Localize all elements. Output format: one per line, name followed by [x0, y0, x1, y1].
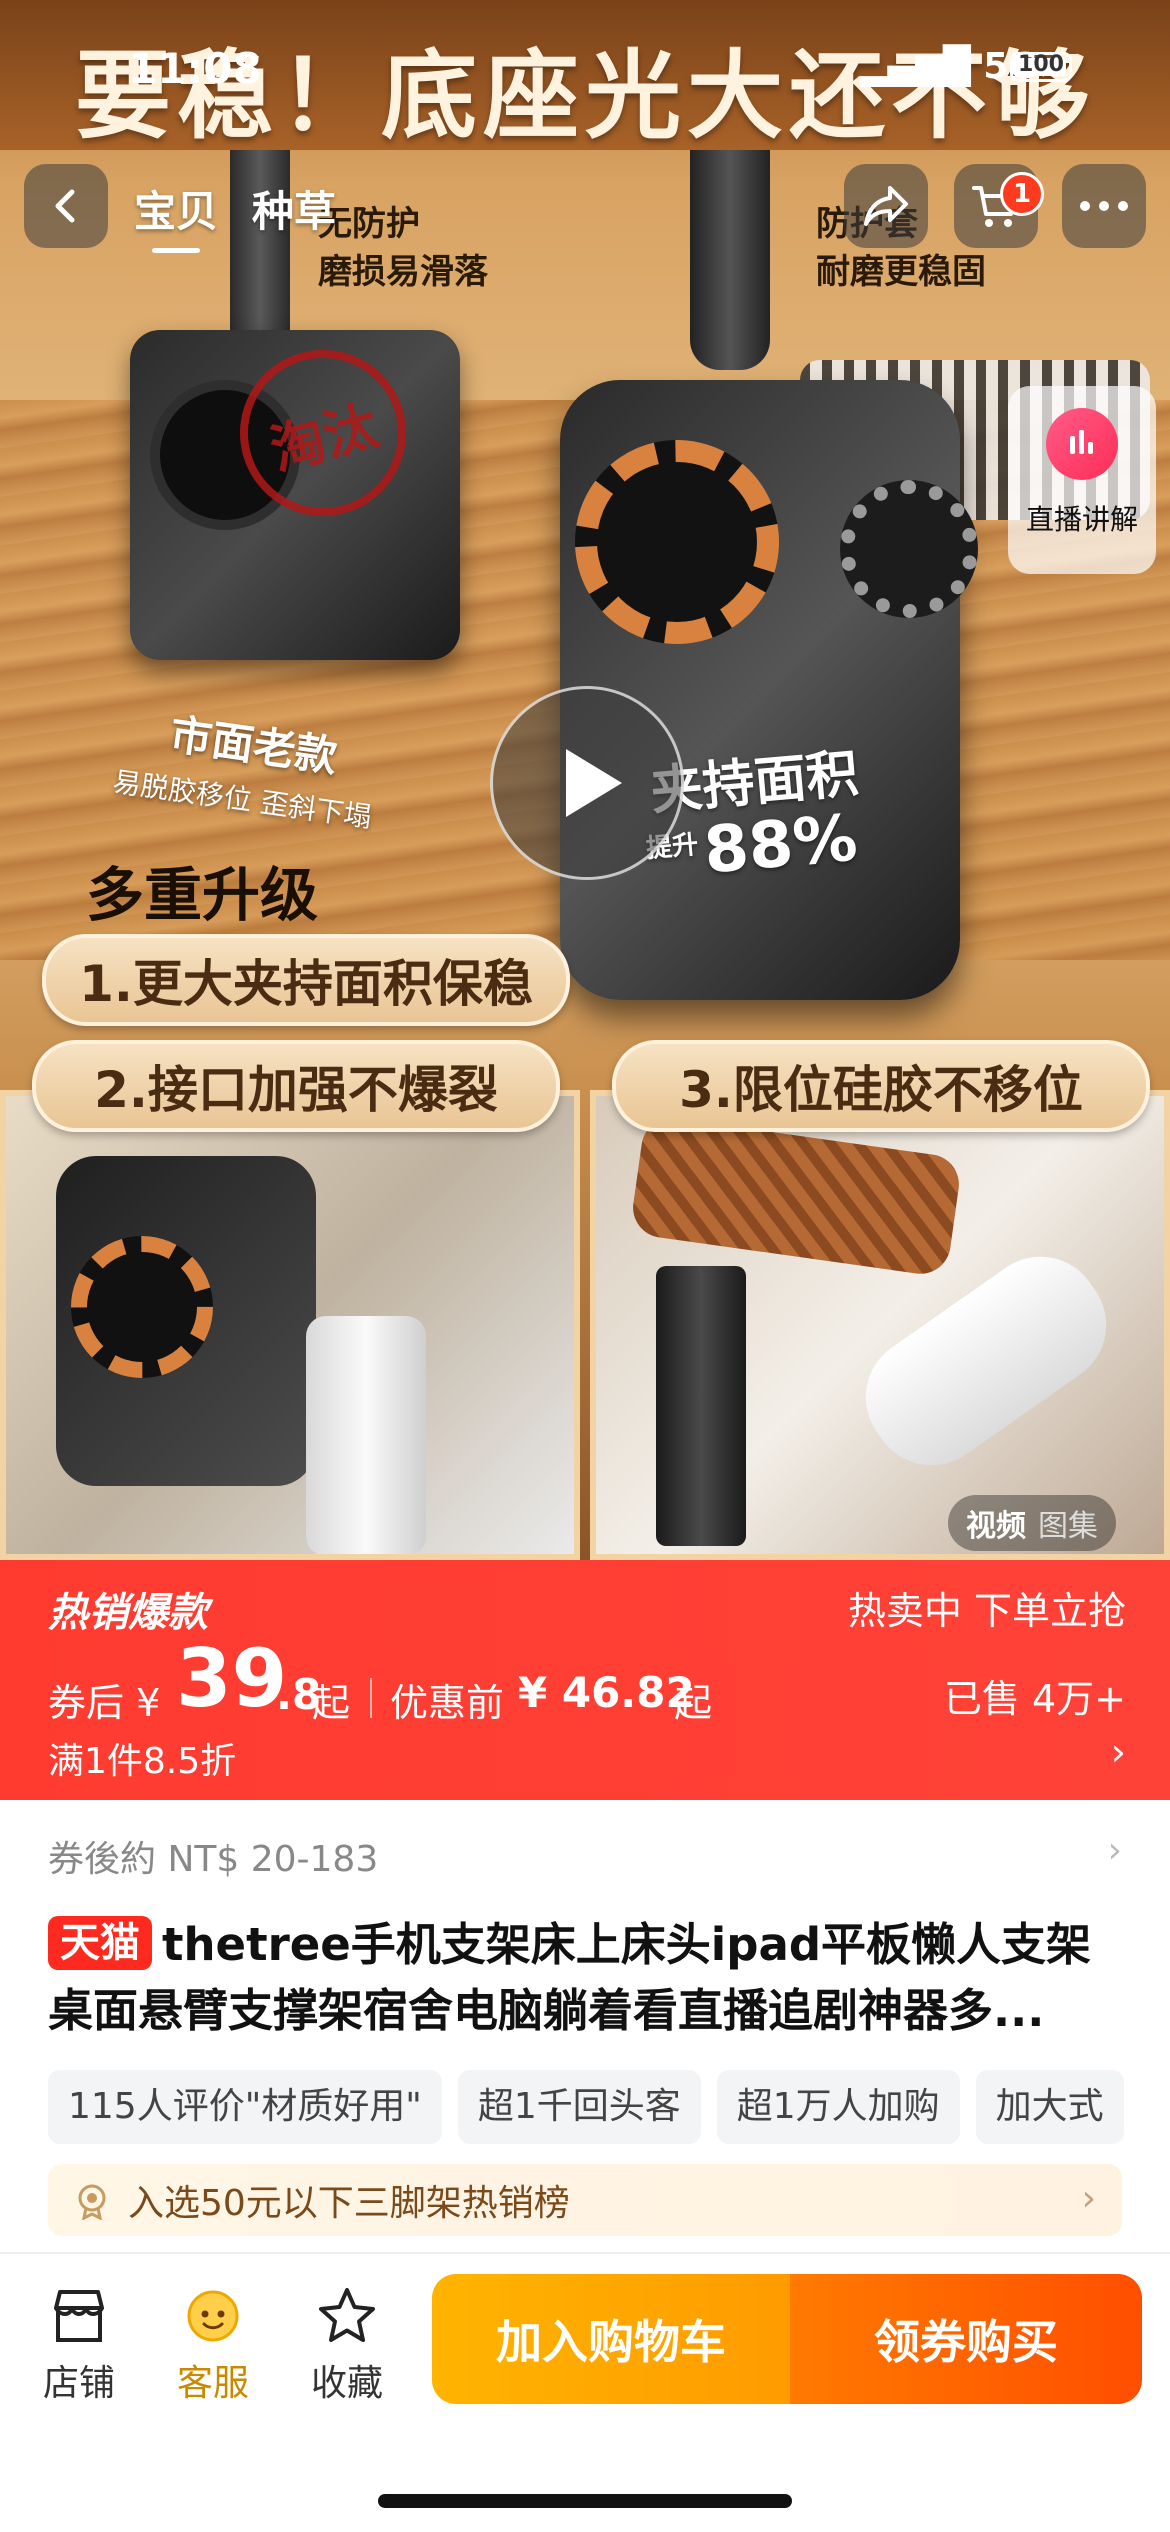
- favorite-button[interactable]: 收藏: [292, 2286, 402, 2406]
- live-icon: [1046, 408, 1118, 480]
- mini-ring: [71, 1236, 213, 1378]
- currency-symbol: ¥: [136, 1681, 161, 1725]
- left-tag-sub: 磨损易滑落: [318, 252, 488, 292]
- chip-feature[interactable]: 加大式: [975, 2070, 1124, 2144]
- promo-text: 热卖中 下单立抢: [847, 1589, 1126, 1633]
- cart-count-badge: 1: [1000, 172, 1044, 216]
- upgrade-1: 1.更大夹持面积保稳: [42, 934, 570, 1026]
- tab-product[interactable]: 宝贝: [134, 178, 218, 253]
- service-label: 客服: [176, 2363, 249, 2404]
- battery-level: 100: [1018, 52, 1064, 77]
- add-to-cart-button[interactable]: 加入购物车: [432, 2274, 790, 2404]
- service-button[interactable]: 客服: [158, 2286, 268, 2406]
- ranking-row[interactable]: 入选50元以下三脚架热销榜 ›: [48, 2164, 1122, 2236]
- ntd-price: 券後約 NT$ 20-183: [48, 1839, 379, 1880]
- original-label: 优惠前: [390, 1681, 505, 1725]
- new-clamp-ring-2: [840, 480, 978, 618]
- upgrade-3: 3.限位硅胶不移位: [612, 1040, 1150, 1132]
- price-bar[interactable]: 热销爆款 热卖中 下单立抢 券后 ¥ 39 .8 起 优惠前 ¥ 46.82 起…: [0, 1560, 1170, 1800]
- more-button[interactable]: [1062, 164, 1146, 248]
- original-suffix: 起: [674, 1681, 713, 1725]
- silicone-pad: [629, 1114, 963, 1278]
- bottom-action-bar: 店铺 客服 收藏 加入购物车 领券购买: [0, 2256, 1170, 2532]
- upgrade-2: 2.接口加强不爆裂: [32, 1040, 560, 1132]
- share-button[interactable]: [844, 164, 928, 248]
- medal-icon: [70, 2178, 114, 2222]
- price-integer: 39: [176, 1632, 288, 1725]
- live-explain-button[interactable]: 直播讲解: [1008, 386, 1156, 574]
- discount-text: 满1件8.5折: [48, 1741, 237, 1782]
- hot-tag: 热销爆款: [48, 1590, 208, 1636]
- ntd-price-row[interactable]: 券後約 NT$ 20-183 ›: [48, 1830, 1122, 1882]
- divider: [0, 2252, 1170, 2254]
- review-chips[interactable]: 115人评价"材质好用" 超1千回头客 超1万人加购 加大式: [48, 2070, 1170, 2144]
- store-icon: [54, 2290, 104, 2342]
- share-icon: [864, 186, 908, 226]
- price-suffix: 起: [312, 1681, 351, 1725]
- chevron-right-icon: ›: [1081, 2178, 1096, 2219]
- after-coupon-label: 券后 ¥: [48, 1681, 161, 1725]
- more-icon: [1080, 201, 1128, 211]
- play-video-button[interactable]: [490, 686, 684, 880]
- original-price: ¥ 46.82: [518, 1668, 695, 1717]
- chevron-left-icon: [55, 189, 75, 223]
- upgrade-title: 多重升级: [86, 861, 319, 929]
- tmall-badge: 天猫: [48, 1916, 152, 1970]
- media-toggle[interactable]: 视频 图集: [948, 1495, 1116, 1551]
- chip-repeat[interactable]: 超1千回头客: [457, 2070, 701, 2144]
- status-time: 11:08: [128, 44, 262, 93]
- tube: [842, 1233, 1130, 1489]
- post: [656, 1266, 746, 1546]
- new-clamp-ring: [575, 440, 779, 644]
- right-tag-sub: 耐磨更稳固: [816, 252, 986, 292]
- buy-now-button[interactable]: 领券购买: [790, 2274, 1142, 2404]
- favorite-label: 收藏: [310, 2363, 383, 2404]
- tab-recommend[interactable]: 种草: [252, 178, 336, 239]
- play-icon: [566, 749, 622, 817]
- chip-reviews[interactable]: 115人评价"材质好用": [48, 2070, 442, 2144]
- pipe: [306, 1316, 426, 1554]
- area-value: 88%: [701, 801, 861, 889]
- chip-added[interactable]: 超1万人加购: [716, 2070, 960, 2144]
- divider: [370, 1678, 372, 1718]
- live-label: 直播讲解: [1025, 503, 1138, 536]
- title-line-2: 桌面悬臂支撑架宿舍电脑躺着看直播追剧神器多...: [48, 1984, 1045, 2037]
- interface-detail-image: [0, 1090, 580, 1560]
- battery-icon: 100: [1010, 52, 1072, 82]
- star-icon: [319, 2288, 375, 2342]
- gallery-tab[interactable]: 图集: [1038, 1501, 1098, 1545]
- chevron-right-icon[interactable]: ›: [1111, 1730, 1126, 1774]
- product-title[interactable]: 天猫 thetree手机支架床上床头ipad平板懒人支架 桌面悬臂支撑架宿舍电脑躺…: [48, 1912, 1128, 2044]
- signal-icon: ▂▄▆█: [860, 46, 971, 87]
- video-tab[interactable]: 视频: [966, 1501, 1026, 1545]
- ranking-text: 入选50元以下三脚架热销榜: [128, 2183, 570, 2224]
- store-button[interactable]: 店铺: [24, 2286, 134, 2406]
- sold-count: 已售 4万+: [943, 1677, 1126, 1721]
- back-button[interactable]: [24, 164, 108, 248]
- pole-right: [690, 150, 770, 370]
- store-label: 店铺: [42, 2363, 115, 2404]
- chevron-right-icon: ›: [1107, 1830, 1122, 1871]
- title-line-1: thetree手机支架床上床头ipad平板懒人支架: [162, 1918, 1092, 1971]
- silicone-detail-image: [590, 1090, 1170, 1560]
- home-indicator[interactable]: [378, 2494, 792, 2508]
- service-icon: [187, 2290, 239, 2342]
